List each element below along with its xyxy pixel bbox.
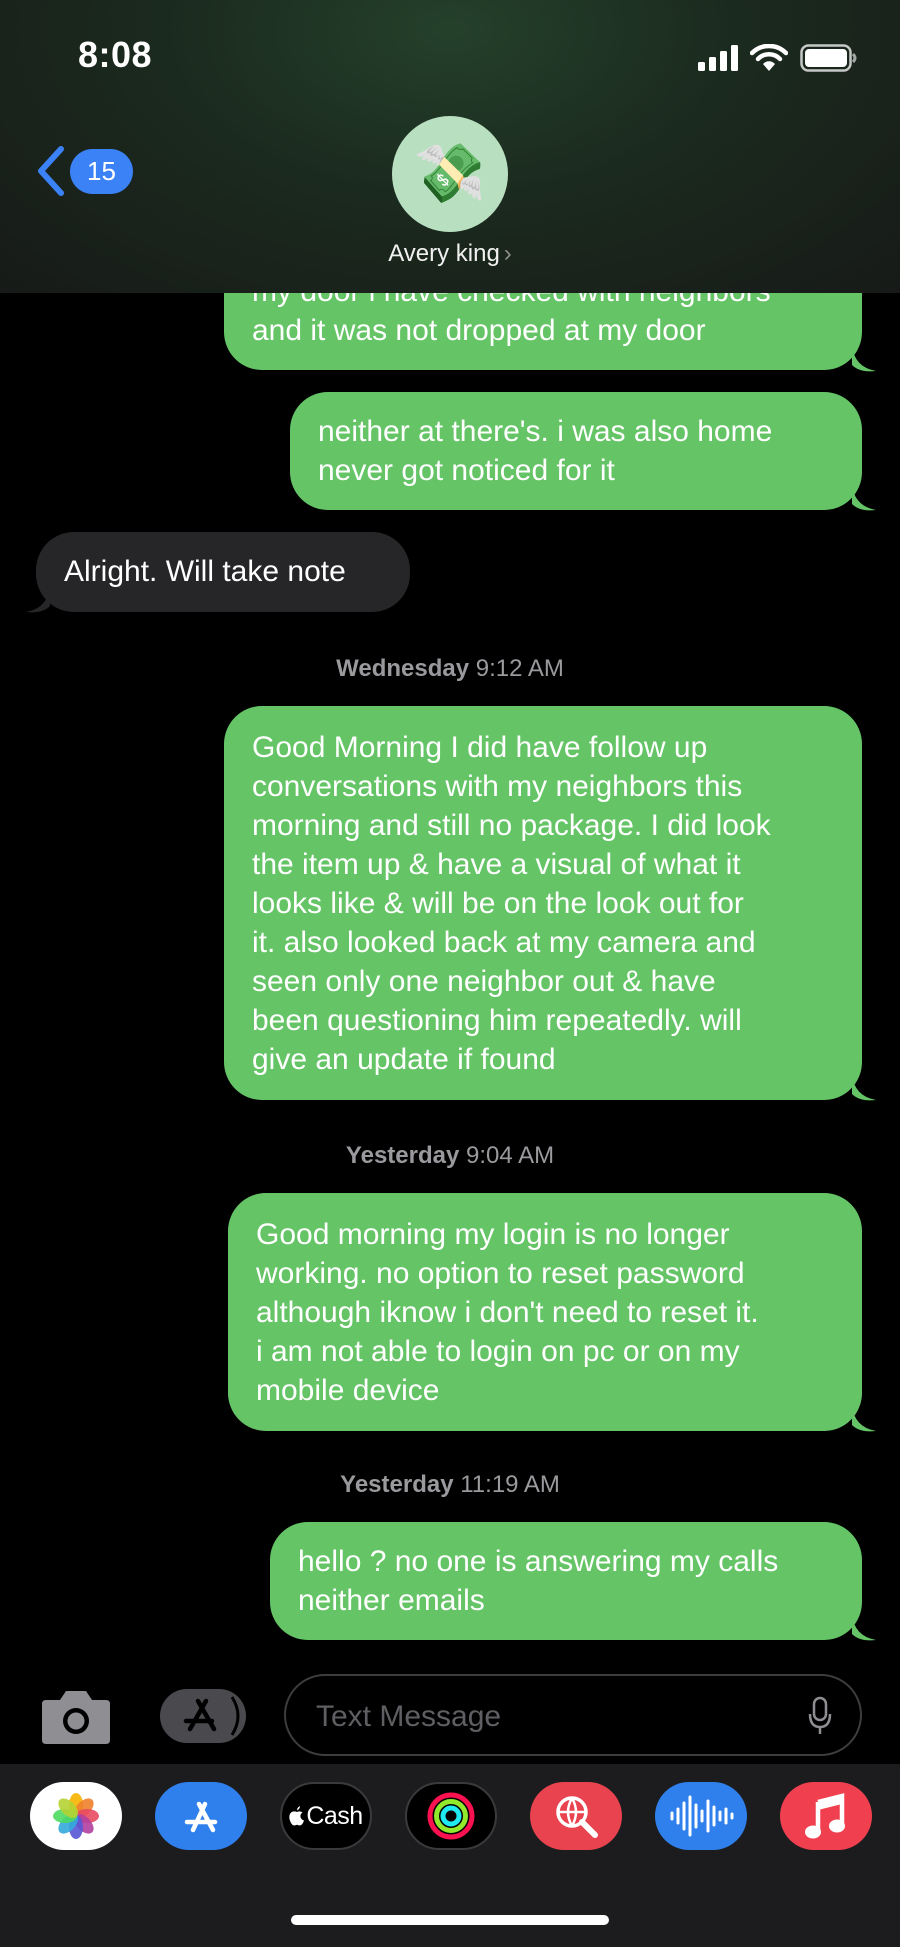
message-bubble-sent[interactable]: hello ? no one is answering my calls nei…: [270, 1522, 862, 1640]
bubble-tail: [852, 484, 876, 511]
app-store-app-button[interactable]: [155, 1782, 247, 1850]
fitness-app-button[interactable]: [405, 1782, 497, 1850]
apple-cash-app-button[interactable]: Cash: [280, 1782, 372, 1850]
music-app-button[interactable]: [780, 1782, 872, 1850]
timestamp-day: Wednesday: [336, 655, 470, 682]
activity-rings-icon: [427, 1792, 475, 1840]
timestamp-time: 11:19 AM: [460, 1471, 560, 1498]
camera-icon: [42, 1691, 110, 1744]
unread-count-badge: 15: [70, 148, 133, 194]
cash-label: Cash: [306, 1801, 363, 1830]
camera-button[interactable]: [40, 1686, 112, 1746]
audio-message-app-button[interactable]: [655, 1782, 747, 1850]
microphone-icon[interactable]: [808, 1696, 832, 1736]
message-bubble-sent[interactable]: neither at there's. i was also home neve…: [290, 392, 862, 510]
message-bubble-sent[interactable]: Good Morning I did have follow up conver…: [224, 706, 862, 1100]
music-note-icon: [805, 1793, 845, 1839]
globe-search-icon: [556, 1796, 598, 1838]
photos-app-button[interactable]: [30, 1782, 122, 1850]
timestamp: Yesterday 11:19 AM: [0, 1471, 900, 1499]
contact-name-label: Avery king: [388, 240, 500, 267]
chevron-right-icon: ›: [503, 240, 512, 267]
photos-icon: [53, 1793, 99, 1839]
timestamp-day: Yesterday: [340, 1471, 454, 1498]
home-indicator[interactable]: [291, 1915, 609, 1925]
contact-avatar[interactable]: 💸: [392, 116, 508, 232]
chevron-left-icon: [38, 146, 64, 196]
timestamp-time: 9:12 AM: [475, 655, 564, 682]
app-store-icon: [183, 1693, 240, 1739]
status-time: 8:08: [78, 34, 153, 75]
waveform-icon: [670, 1795, 734, 1837]
wifi-icon: [750, 44, 788, 71]
contact-name[interactable]: Avery king ›: [0, 240, 900, 268]
money-with-wings-icon: 💸: [413, 141, 487, 206]
conversation-header: 8:08 15 💸 Avery king ›: [0, 0, 900, 293]
message-input-field[interactable]: [284, 1674, 862, 1756]
timestamp-day: Yesterday: [345, 1142, 460, 1169]
status-icons: [698, 40, 858, 76]
message-bubble-received[interactable]: Alright. Will take note: [36, 532, 410, 612]
bubble-tail: [852, 1074, 876, 1101]
bubble-tail: [852, 1614, 876, 1641]
app-store-icon: [184, 1801, 218, 1833]
bubble-tail: [852, 1405, 876, 1432]
battery-icon: [800, 44, 857, 72]
bubble-tail: [26, 586, 50, 613]
timestamp: Wednesday 9:12 AM: [0, 655, 900, 683]
cellular-signal-icon: [698, 45, 738, 71]
back-button[interactable]: 15: [36, 145, 133, 197]
message-input[interactable]: [314, 1694, 788, 1740]
timestamp-time: 9:04 AM: [466, 1142, 555, 1169]
app-store-apps-button[interactable]: [160, 1689, 246, 1743]
timestamp: Yesterday 9:04 AM: [0, 1142, 900, 1170]
apple-logo-icon: [289, 1806, 305, 1826]
web-images-app-button[interactable]: [530, 1782, 622, 1850]
message-bubble-sent[interactable]: Good morning my login is no longer worki…: [228, 1193, 862, 1431]
